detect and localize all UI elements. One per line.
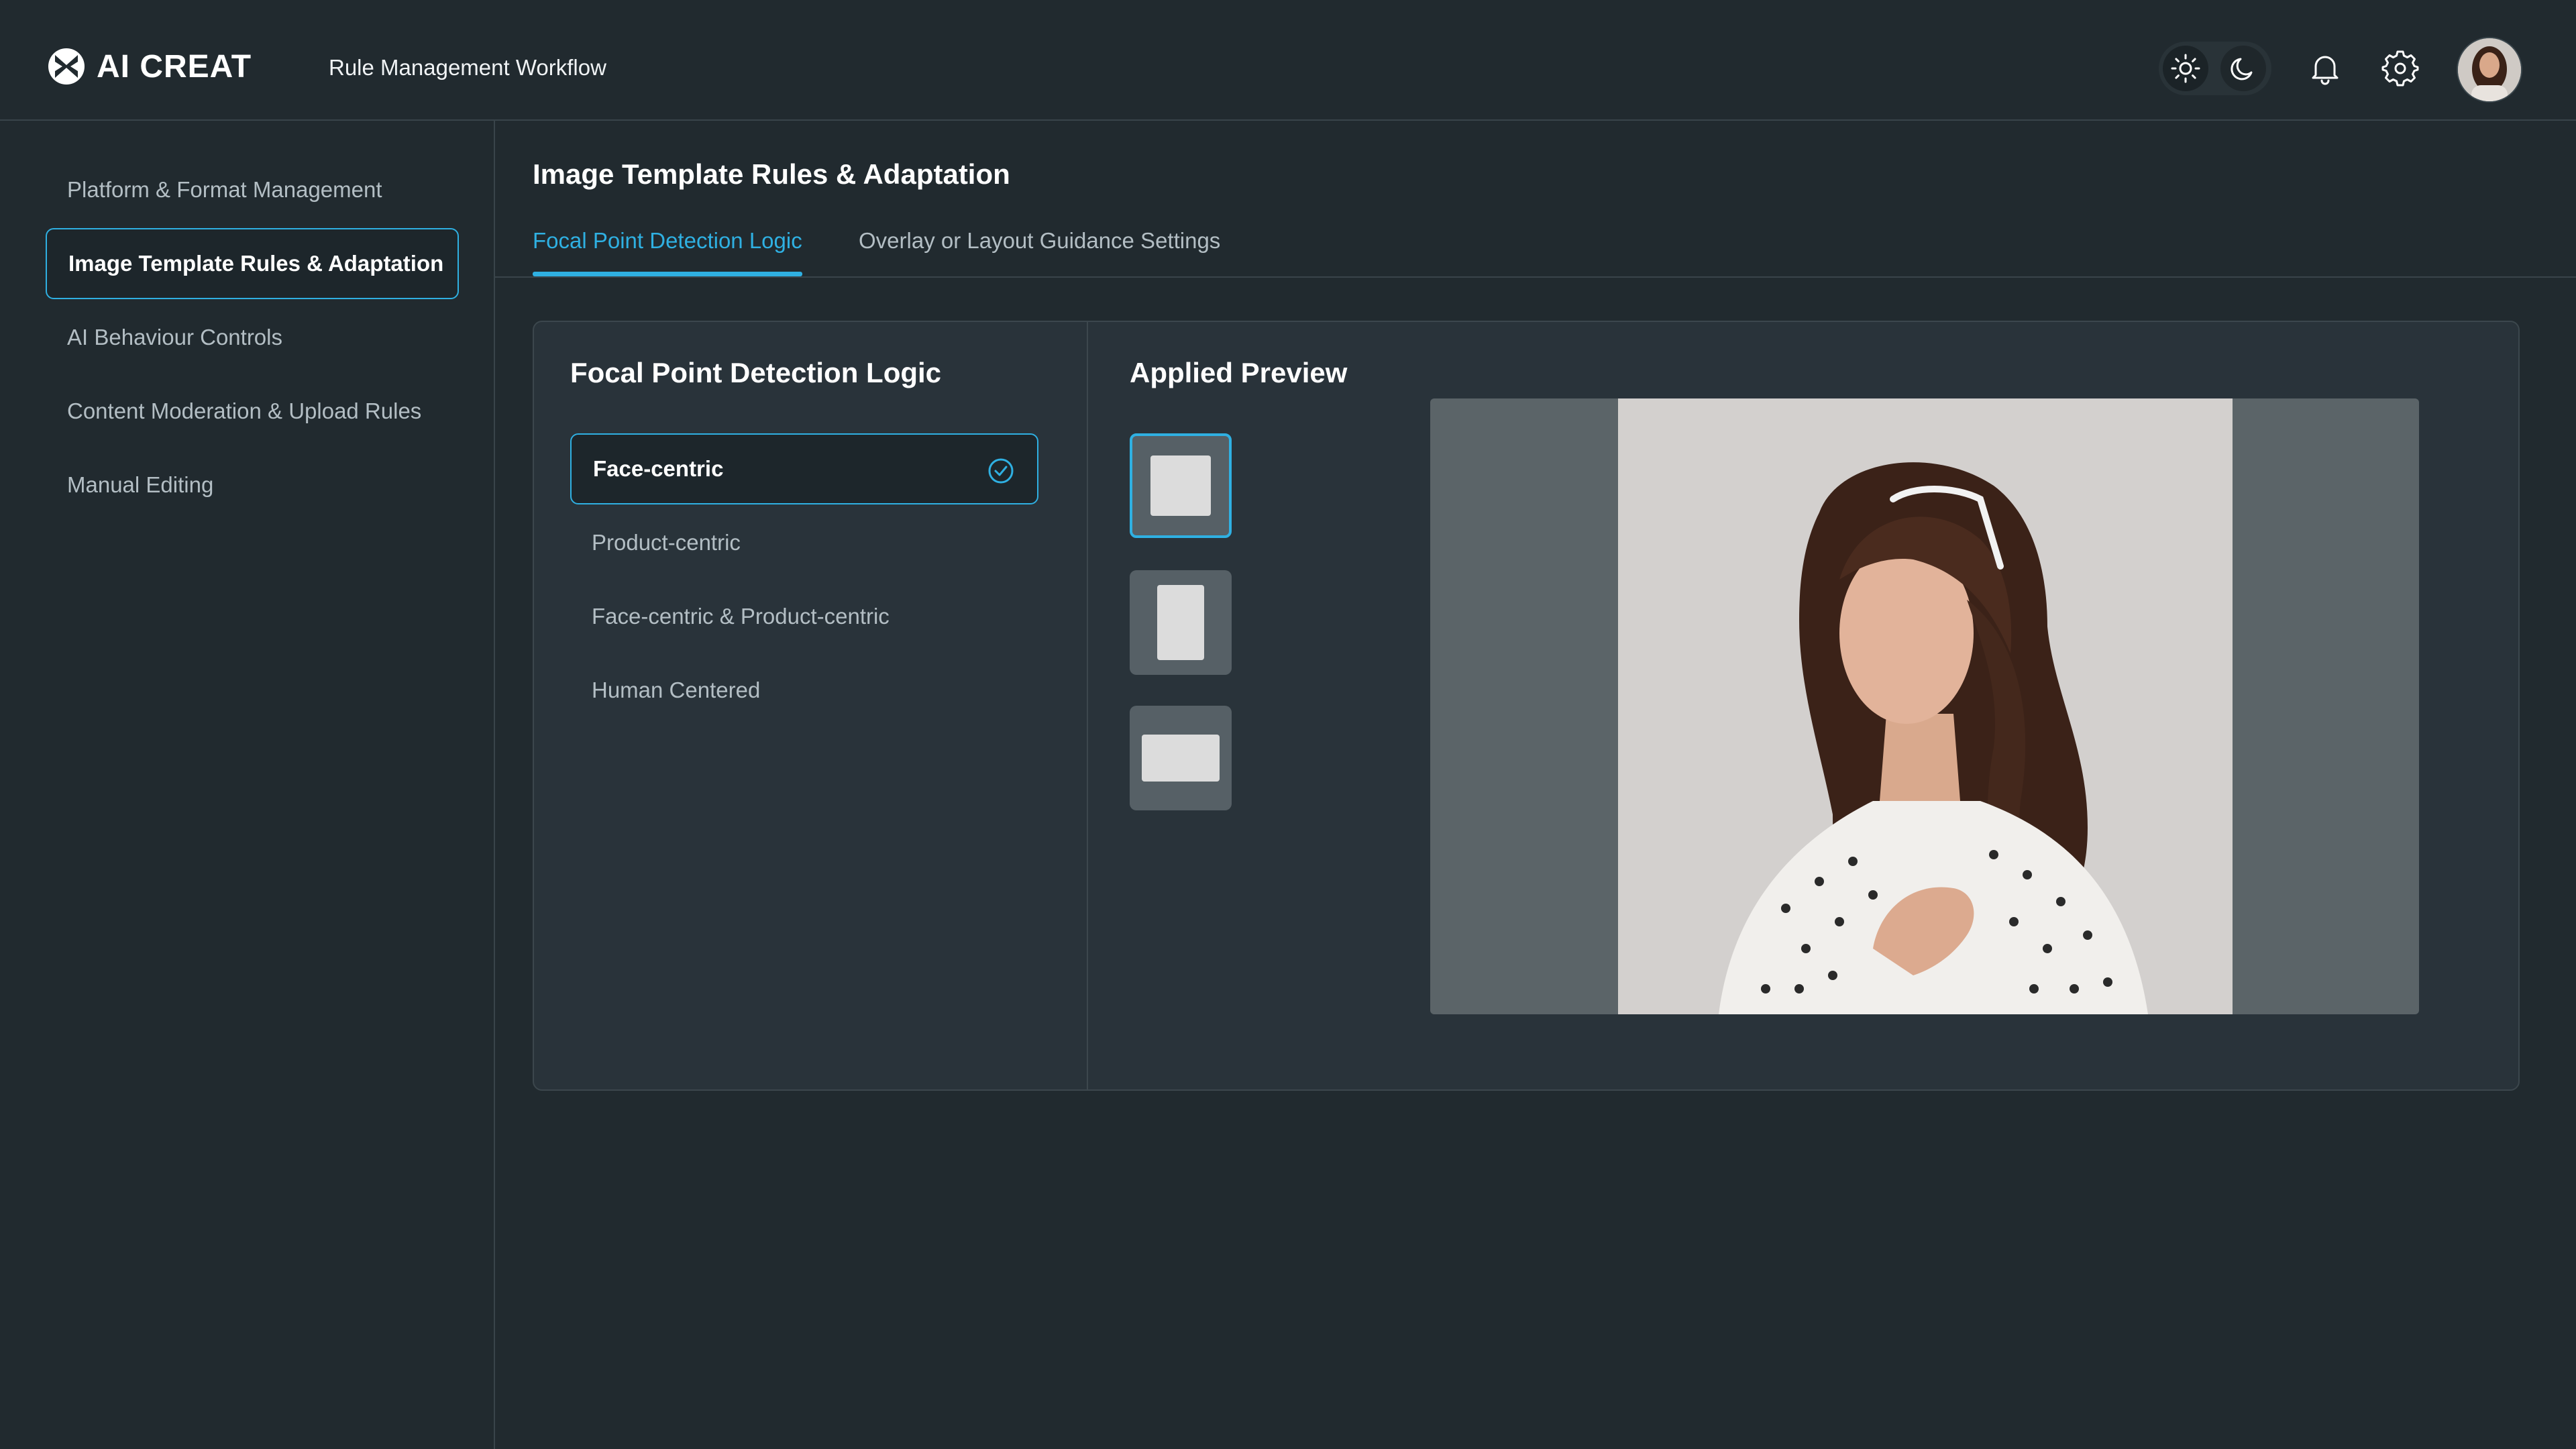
dark-mode-button[interactable]: [2220, 46, 2266, 91]
preview-image: [1618, 398, 2233, 1014]
theme-toggle[interactable]: [2159, 42, 2271, 95]
sidebar-item-platform-format[interactable]: Platform & Format Management: [46, 154, 459, 225]
card-divider: [1087, 322, 1088, 1089]
option-human-centered[interactable]: Human Centered: [570, 655, 1038, 726]
settings-card: Focal Point Detection Logic Face-centric…: [533, 321, 2520, 1091]
user-avatar[interactable]: [2457, 37, 2522, 103]
page-title: Image Template Rules & Adaptation: [533, 158, 1010, 190]
square-ratio-icon: [1150, 455, 1211, 516]
brand-logo[interactable]: AI CREAT: [47, 47, 252, 86]
option-face-centric[interactable]: Face-centric: [570, 433, 1038, 504]
workflow-title: Rule Management Workflow: [329, 55, 606, 80]
sidebar-item-image-template-rules[interactable]: Image Template Rules & Adaptation: [46, 228, 459, 299]
brand-name: AI CREAT: [97, 48, 252, 85]
sidebar-item-ai-behaviour[interactable]: AI Behaviour Controls: [46, 302, 459, 373]
brand-icon: [48, 48, 85, 85]
preview-frame: [1430, 398, 2419, 1014]
settings-button[interactable]: [2373, 42, 2427, 95]
light-mode-button[interactable]: [2163, 46, 2208, 91]
sidebar-item-content-moderation[interactable]: Content Moderation & Upload Rules: [46, 376, 459, 447]
focal-logic-title: Focal Point Detection Logic: [570, 357, 942, 388]
aspect-landscape-button[interactable]: [1130, 706, 1232, 810]
aspect-square-button[interactable]: [1130, 433, 1232, 538]
tab-bar: Focal Point Detection Logic Overlay or L…: [495, 221, 2576, 278]
option-product-centric[interactable]: Product-centric: [570, 507, 1038, 578]
tab-overlay-layout-guidance[interactable]: Overlay or Layout Guidance Settings: [859, 228, 1220, 276]
top-bar: AI CREAT Rule Management Workflow: [0, 0, 2576, 121]
option-label: Face-centric: [593, 456, 724, 481]
moon-icon: [2231, 58, 2253, 80]
bell-icon: [2312, 56, 2339, 85]
gear-icon: [2381, 50, 2419, 87]
sidebar: Platform & Format Management Image Templ…: [0, 121, 495, 1449]
option-face-and-product-centric[interactable]: Face-centric & Product-centric: [570, 581, 1038, 652]
option-label: Human Centered: [592, 678, 761, 702]
notifications-button[interactable]: [2298, 42, 2352, 95]
option-label: Product-centric: [592, 530, 741, 555]
preview-title: Applied Preview: [1130, 357, 1348, 388]
landscape-ratio-icon: [1142, 735, 1220, 782]
option-label: Face-centric & Product-centric: [592, 604, 890, 629]
sidebar-item-manual-editing[interactable]: Manual Editing: [46, 449, 459, 521]
tab-focal-point-detection[interactable]: Focal Point Detection Logic: [533, 228, 802, 276]
avatar-image: [2458, 38, 2521, 101]
check-circle-icon: [988, 458, 1014, 484]
sun-icon: [2171, 54, 2200, 83]
portrait-ratio-icon: [1157, 585, 1204, 660]
aspect-portrait-button[interactable]: [1130, 570, 1232, 675]
